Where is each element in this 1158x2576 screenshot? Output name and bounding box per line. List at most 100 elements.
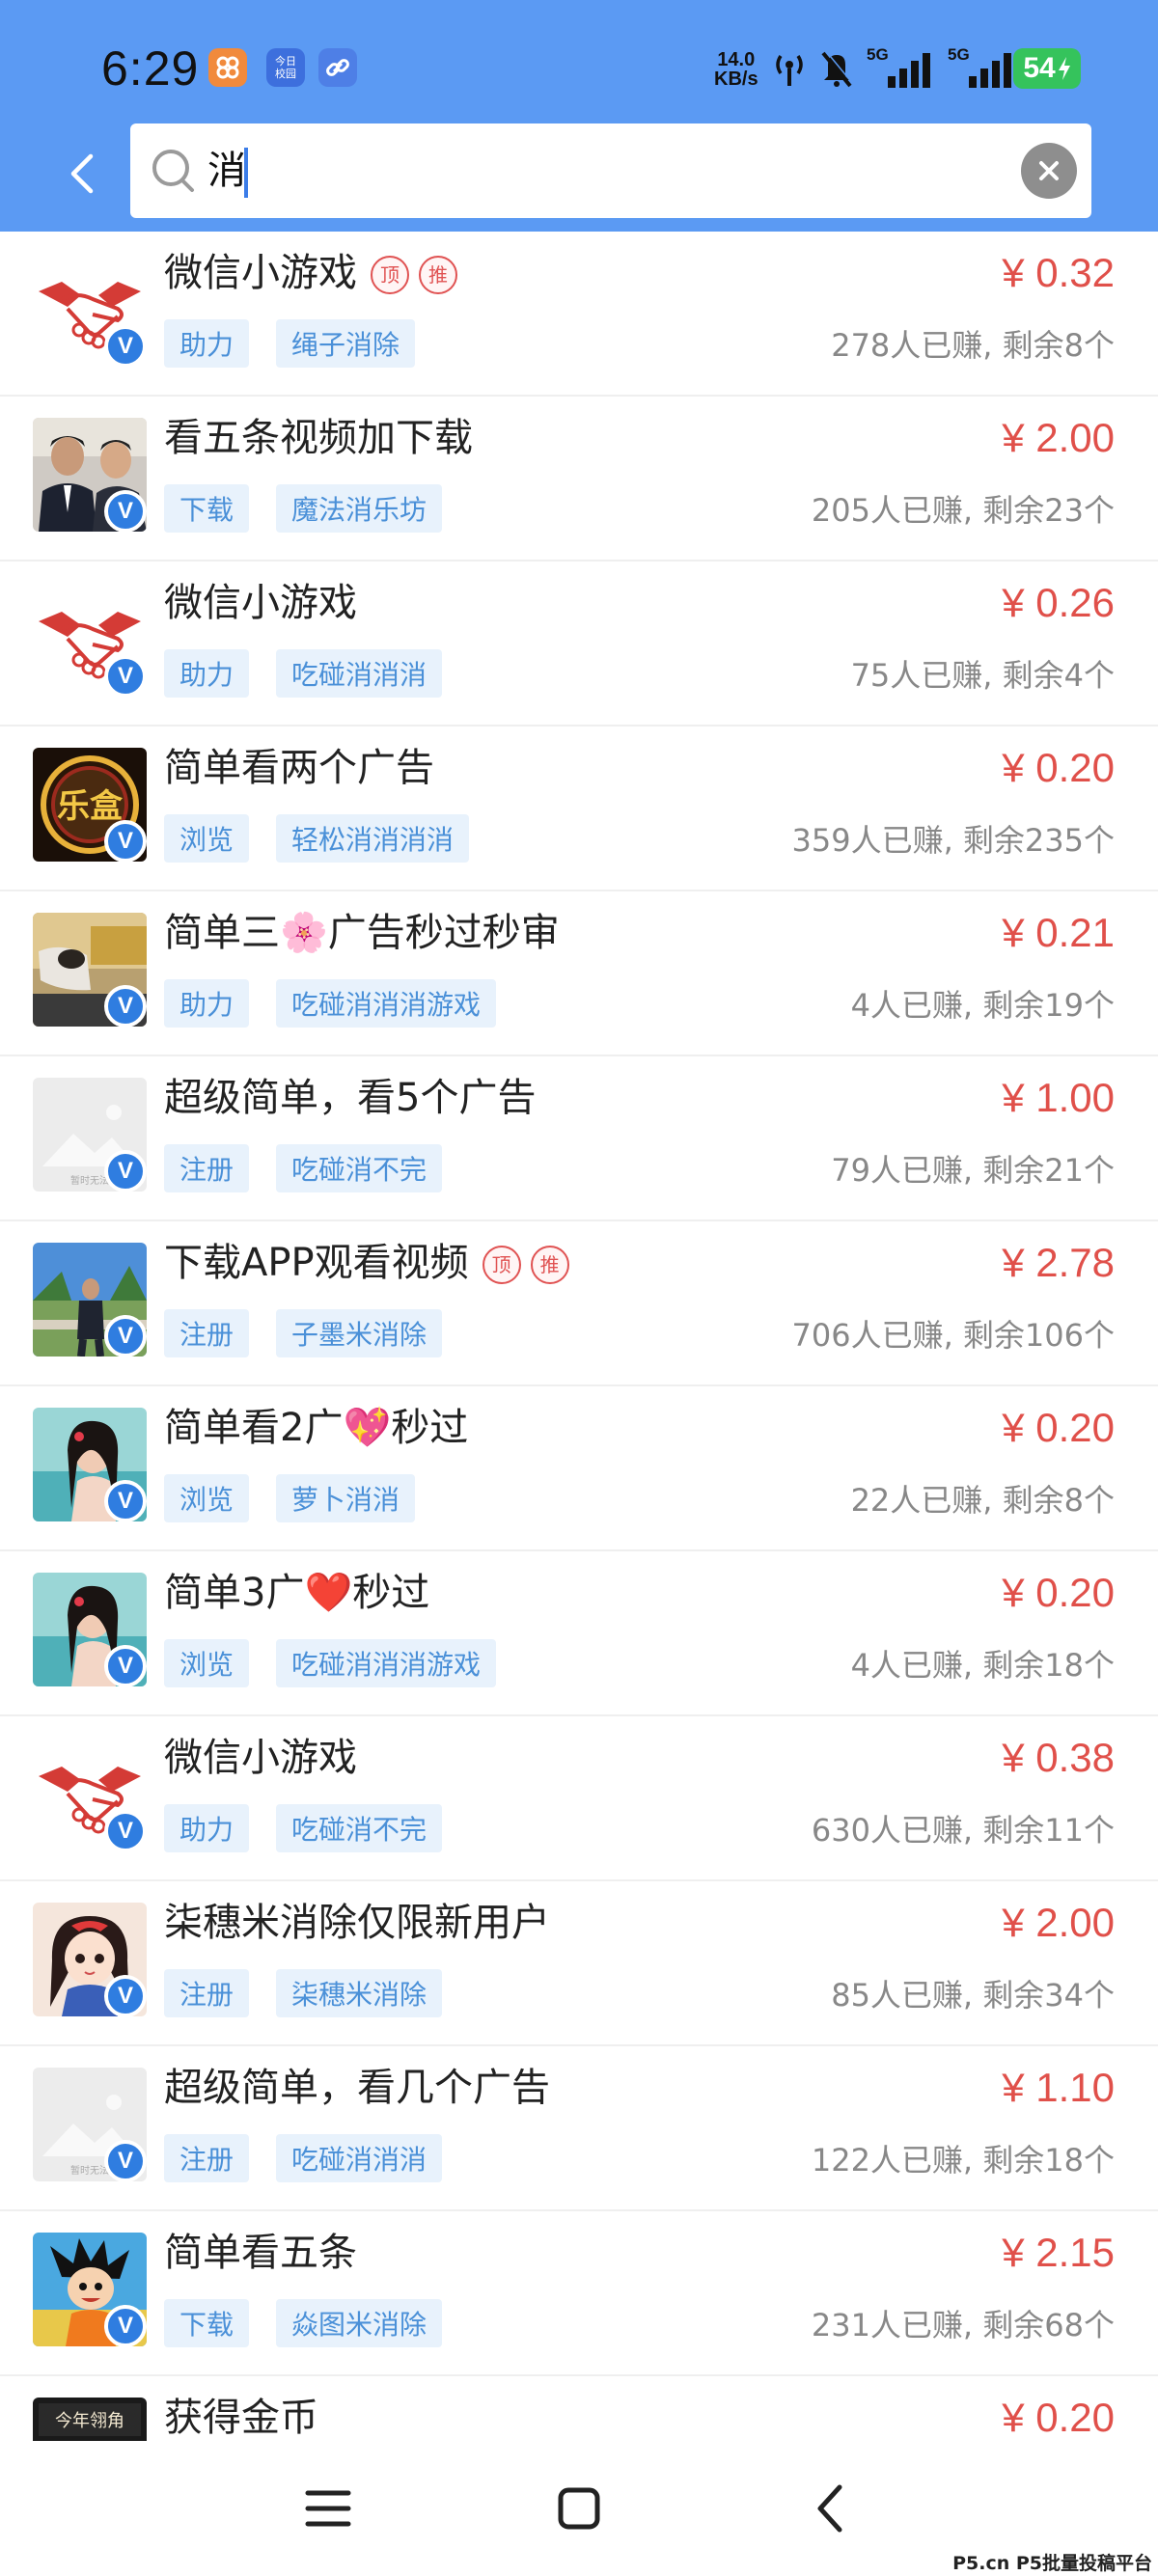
task-tags: 助力 吃碰消消消游戏 — [164, 979, 497, 1028]
task-tags: 下载 魔法消乐坊 — [164, 484, 443, 533]
back-nav-button[interactable] — [791, 2480, 868, 2537]
task-thumbnail: 今年翎角 — [33, 2398, 147, 2441]
task-row[interactable]: V 简单看2广💖秒过 ¥ 0.20 浏览 萝卜消消 22人已赚, 剩余8个 — [0, 1386, 1158, 1551]
task-row[interactable]: 暂时无法 V 超级简单，看5个广告 ¥ 1.00 注册 吃碰消不完 79人已赚, 剩余21个 — [0, 1056, 1158, 1221]
task-type-tag: 助力 — [164, 1804, 250, 1852]
task-type-tag: 助力 — [164, 649, 250, 698]
task-game-tag: 轻松消消消消 — [276, 814, 470, 863]
task-row[interactable]: 今年翎角V获得金币¥ 0.20 — [0, 2376, 1158, 2441]
task-row[interactable]: V 看五条视频加下载 ¥ 2.00 下载 魔法消乐坊 205人已赚, 剩余23个 — [0, 397, 1158, 562]
task-row[interactable]: V 微信小游戏 ¥ 0.26 助力 吃碰消消消 75人已赚, 剩余4个 — [0, 562, 1158, 726]
task-tags: 助力 绳子消除 — [164, 319, 416, 368]
battery-indicator: 54 — [1013, 48, 1081, 89]
task-game-tag: 柒穗米消除 — [276, 1969, 443, 2017]
task-price: ¥ 0.26 — [1002, 580, 1115, 625]
task-title-text: 微信小游戏 — [164, 251, 357, 295]
task-stats: 122人已赚, 剩余18个 — [811, 2142, 1115, 2179]
task-stats: 706人已赚, 剩余106个 — [791, 1317, 1115, 1354]
task-title-text: 柒穗米消除仅限新用户 — [164, 1901, 550, 1945]
verified-badge-icon: V — [104, 325, 147, 368]
task-type-tag: 下载 — [164, 484, 250, 533]
task-game-tag: 吃碰消消消 — [276, 2134, 443, 2182]
task-tags: 注册 柒穗米消除 — [164, 1969, 443, 2017]
svg-text:乐盒: 乐盒 — [57, 787, 124, 826]
task-title: 微信小游戏顶推 — [164, 245, 457, 301]
task-type-tag: 助力 — [164, 979, 250, 1028]
task-type-tag: 浏览 — [164, 814, 250, 863]
task-title: 简单看2广💖秒过 — [164, 1400, 468, 1456]
net-speed-value: 14.0 — [717, 49, 756, 70]
task-title: 简单看两个广告 — [164, 740, 434, 796]
task-tags: 浏览 萝卜消消 — [164, 1474, 416, 1522]
task-title-text: 简单看两个广告 — [164, 746, 434, 790]
title-badges: 顶推 — [371, 256, 457, 294]
task-stats: 75人已赚, 剩余4个 — [850, 657, 1115, 694]
title-badges: 顶推 — [482, 1246, 569, 1284]
task-price: ¥ 0.20 — [1002, 1570, 1115, 1615]
task-game-tag: 吃碰消不完 — [276, 1144, 443, 1192]
task-price: ¥ 0.20 — [1002, 2395, 1115, 2440]
watermark: P5.cn P5批量投稿平台 — [952, 2553, 1152, 2574]
verified-badge-icon: V — [104, 1480, 147, 1522]
task-title: 简单三🌸广告秒过秒审 — [164, 905, 560, 961]
verified-badge-icon: V — [104, 820, 147, 863]
task-title: 下载APP观看视频顶推 — [164, 1235, 569, 1291]
task-stats: 359人已赚, 剩余235个 — [791, 822, 1115, 859]
task-row[interactable]: V 柒穗米消除仅限新用户 ¥ 2.00 注册 柒穗米消除 85人已赚, 剩余34个 — [0, 1881, 1158, 2046]
verified-badge-icon: V — [104, 1645, 147, 1687]
task-row[interactable]: 暂时无法 V 超级简单，看几个广告 ¥ 1.10 注册 吃碰消消消 122人已赚, 剩余18… — [0, 2046, 1158, 2211]
menu-nav-button[interactable] — [290, 2480, 367, 2537]
task-game-tag: 魔法消乐坊 — [276, 484, 443, 533]
top-header: 6:29 今日 校园 14.0 KB/s 5G 5G 54 消 — [0, 0, 1158, 232]
search-bar[interactable] — [130, 123, 1091, 218]
task-title: 柒穗米消除仅限新用户 — [164, 1895, 550, 1951]
verified-badge-icon: V — [104, 490, 147, 533]
task-price: ¥ 0.20 — [1002, 1405, 1115, 1450]
task-price: ¥ 1.10 — [1002, 2065, 1115, 2110]
task-price: ¥ 2.78 — [1002, 1240, 1115, 1285]
signal-bars-icon — [969, 53, 1011, 88]
task-stats: 205人已赚, 剩余23个 — [811, 492, 1115, 529]
task-price: ¥ 2.00 — [1002, 415, 1115, 460]
search-icon — [152, 150, 194, 192]
clear-search-button[interactable] — [1021, 143, 1077, 199]
task-game-tag: 吃碰消消消 — [276, 649, 443, 698]
task-title-text: 下载APP观看视频 — [164, 1241, 469, 1285]
task-row[interactable]: V 简单看五条 ¥ 2.15 下载 焱图米消除 231人已赚, 剩余68个 — [0, 2211, 1158, 2376]
task-price: ¥ 2.15 — [1002, 2230, 1115, 2275]
task-type-tag: 注册 — [164, 1969, 250, 2017]
task-type-tag: 注册 — [164, 2134, 250, 2182]
task-game-tag: 子墨米消除 — [276, 1309, 443, 1357]
back-arrow-icon — [70, 153, 94, 194]
task-row[interactable]: V 微信小游戏 ¥ 0.38 助力 吃碰消不完 630人已赚, 剩余11个 — [0, 1716, 1158, 1881]
task-title-text: 简单三🌸广告秒过秒审 — [164, 911, 560, 955]
task-row[interactable]: V 微信小游戏顶推 ¥ 0.32 助力 绳子消除 278人已赚, 剩余8个 — [0, 232, 1158, 397]
task-tags: 注册 吃碰消不完 — [164, 1144, 443, 1192]
task-tags: 注册 吃碰消消消 — [164, 2134, 443, 2182]
task-row[interactable]: V 下载APP观看视频顶推 ¥ 2.78 注册 子墨米消除 706人已赚, 剩余106个 — [0, 1221, 1158, 1386]
verified-badge-icon: V — [104, 655, 147, 698]
verified-badge-icon: V — [104, 2140, 147, 2182]
task-price: ¥ 1.00 — [1002, 1075, 1115, 1120]
task-price: ¥ 2.00 — [1002, 1900, 1115, 1945]
task-row[interactable]: V 简单3广❤️秒过 ¥ 0.20 浏览 吃碰消消消游戏 4人已赚, 剩余18个 — [0, 1551, 1158, 1716]
link-app-icon — [318, 48, 357, 87]
task-title: 简单看五条 — [164, 2225, 357, 2281]
svg-text:今年翎角: 今年翎角 — [55, 2411, 124, 2431]
task-title-text: 看五条视频加下载 — [164, 416, 473, 460]
home-nav-button[interactable] — [540, 2480, 618, 2537]
task-type-tag: 注册 — [164, 1144, 250, 1192]
verified-badge-icon: V — [104, 1975, 147, 2017]
search-input[interactable] — [207, 123, 979, 218]
status-time: 6:29 — [101, 41, 200, 96]
back-button[interactable] — [58, 145, 106, 203]
net-speed-unit: KB/s — [714, 69, 758, 90]
mute-bell-icon — [821, 50, 853, 88]
svg-text:暂时无法: 暂时无法 — [70, 1174, 109, 1187]
task-game-tag: 绳子消除 — [276, 319, 416, 368]
task-row[interactable]: 乐盒 V 简单看两个广告 ¥ 0.20 浏览 轻松消消消消 359人已赚, 剩余235个 — [0, 726, 1158, 891]
task-title: 看五条视频加下载 — [164, 410, 473, 466]
task-tags: 浏览 吃碰消消消游戏 — [164, 1639, 497, 1687]
task-row[interactable]: V 简单三🌸广告秒过秒审 ¥ 0.21 助力 吃碰消消消游戏 4人已赚, 剩余19个 — [0, 891, 1158, 1056]
task-title-text: 微信小游戏 — [164, 1736, 357, 1780]
